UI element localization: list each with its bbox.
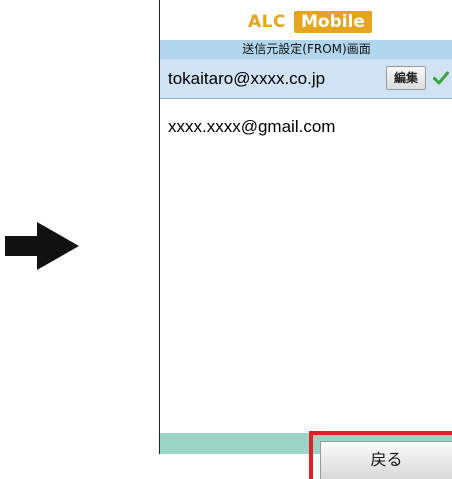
right-arrow-icon (5, 222, 79, 270)
logo-alc-text: ALC (248, 12, 286, 32)
logo-mobile-text: Mobile (293, 11, 372, 33)
edit-button[interactable]: 編集 (386, 66, 426, 90)
alc-mobile-logo: ALC Mobile (244, 11, 372, 33)
phone-screen: ALC Mobile 送信元設定(FROM)画面 tokaitaro@xxxx.… (159, 0, 452, 454)
app-header: ALC Mobile (160, 0, 452, 40)
account-email: tokaitaro@xxxx.co.jp (168, 69, 326, 88)
account-email: xxxx.xxxx@gmail.com (168, 117, 336, 136)
check-icon (433, 71, 449, 85)
account-row-selected[interactable]: tokaitaro@xxxx.co.jp 編集 (160, 59, 452, 99)
account-row[interactable]: xxxx.xxxx@gmail.com (160, 108, 452, 146)
screen-title: 送信元設定(FROM)画面 (160, 40, 452, 59)
back-button[interactable]: 戻る (320, 441, 452, 479)
